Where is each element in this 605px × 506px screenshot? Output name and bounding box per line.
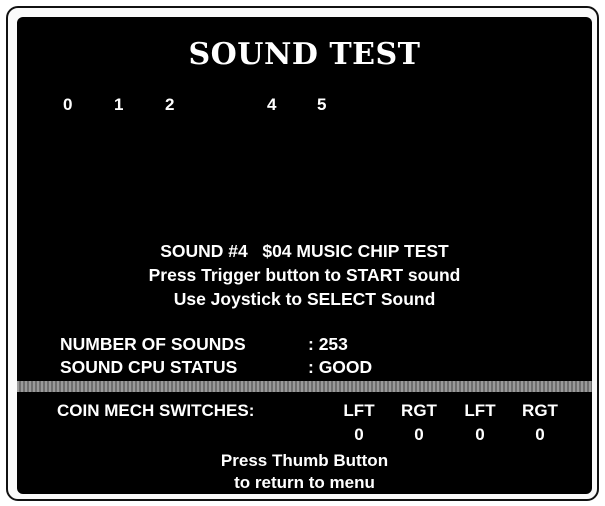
current-sound-line: SOUND #4 $04 MUSIC CHIP TEST bbox=[160, 241, 449, 261]
sound-info-block: SOUND #4 $04 MUSIC CHIP TEST Press Trigg… bbox=[17, 239, 592, 311]
sound-digit-2: 2 bbox=[165, 95, 175, 114]
monitor-frame: SOUND TEST 0 1 2 4 5 SOUND #4 $04 MUSIC … bbox=[6, 6, 599, 501]
game-screen: SOUND TEST 0 1 2 4 5 SOUND #4 $04 MUSIC … bbox=[17, 17, 592, 494]
coin-column-lft-1: LFT bbox=[343, 401, 375, 420]
sound-stats: NUMBER OF SOUNDS : 253 SOUND CPU STATUS : … bbox=[60, 333, 372, 379]
page-title: SOUND TEST bbox=[188, 37, 421, 72]
coin-column-rgt-2: RGT bbox=[522, 401, 558, 420]
coin-mech-label: COIN MECH SWITCHES: bbox=[57, 401, 255, 420]
return-to-menu-instruction: to return to menu bbox=[234, 473, 375, 492]
coin-value-rgt-2: 0 bbox=[535, 425, 545, 444]
cpu-status-label: SOUND CPU STATUS bbox=[60, 357, 238, 377]
footer-instructions: Press Thumb Button to return to menu bbox=[17, 450, 592, 494]
coin-value-rgt-1: 0 bbox=[414, 425, 424, 444]
number-of-sounds-row: NUMBER OF SOUNDS : 253 bbox=[60, 333, 372, 356]
coin-column-rgt-1: RGT bbox=[401, 401, 437, 420]
sound-digit-0: 0 bbox=[63, 95, 73, 114]
number-of-sounds-label: NUMBER OF SOUNDS bbox=[60, 334, 246, 354]
joystick-instruction: Use Joystick to SELECT Sound bbox=[173, 289, 436, 309]
sound-digit-row: 0 1 2 4 5 bbox=[17, 95, 592, 119]
cpu-status-row: SOUND CPU STATUS : GOOD bbox=[60, 356, 372, 379]
cpu-status-value: : GOOD bbox=[308, 357, 373, 377]
thumb-button-instruction: Press Thumb Button bbox=[220, 451, 389, 470]
coin-value-lft-2: 0 bbox=[475, 425, 485, 444]
number-of-sounds-value: : 253 bbox=[308, 334, 348, 354]
divider-bar bbox=[17, 381, 592, 392]
trigger-instruction: Press Trigger button to START sound bbox=[148, 265, 461, 285]
sound-digit-5: 5 bbox=[317, 95, 327, 114]
coin-column-lft-2: LFT bbox=[464, 401, 496, 420]
sound-digit-1: 1 bbox=[114, 95, 124, 114]
sound-digit-4: 4 bbox=[267, 95, 277, 114]
coin-value-lft-1: 0 bbox=[354, 425, 364, 444]
